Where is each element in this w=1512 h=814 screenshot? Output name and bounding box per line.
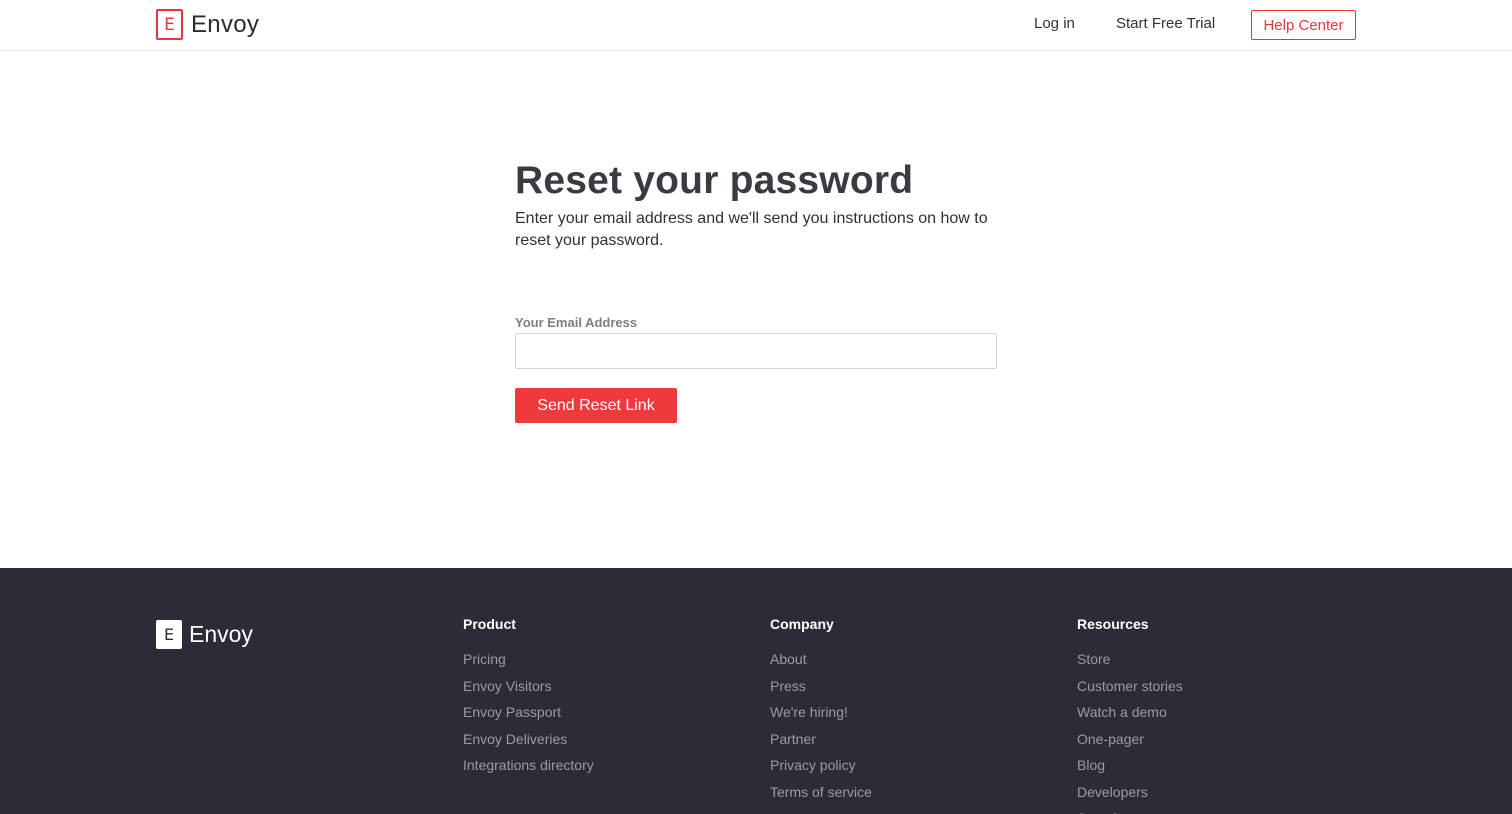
footer-link-security[interactable]: Security	[1077, 805, 1183, 814]
footer-link-envoy-passport[interactable]: Envoy Passport	[463, 699, 594, 726]
footer-link-hiring[interactable]: We're hiring!	[770, 699, 872, 726]
footer-column-company: Company About Press We're hiring! Partne…	[770, 616, 872, 805]
send-reset-link-button[interactable]: Send Reset Link	[515, 388, 677, 423]
email-field[interactable]	[515, 333, 997, 369]
reset-password-section: Reset your password Enter your email add…	[515, 158, 997, 252]
footer-link-envoy-visitors[interactable]: Envoy Visitors	[463, 673, 594, 700]
footer-link-pricing[interactable]: Pricing	[463, 646, 594, 673]
footer-link-blog[interactable]: Blog	[1077, 752, 1183, 779]
footer-link-press[interactable]: Press	[770, 673, 872, 700]
footer-logo-text: Envoy	[189, 621, 253, 647]
logo-text: Envoy	[191, 10, 260, 38]
footer-column-resources: Resources Store Customer stories Watch a…	[1077, 616, 1183, 814]
site-footer: E Envoy Product Pricing Envoy Visitors E…	[0, 568, 1512, 814]
footer-link-envoy-deliveries[interactable]: Envoy Deliveries	[463, 726, 594, 753]
page-subtitle: Enter your email address and we'll send …	[515, 210, 988, 249]
footer-link-store[interactable]: Store	[1077, 646, 1183, 673]
login-link[interactable]: Log in	[1034, 15, 1075, 32]
footer-link-developers[interactable]: Developers	[1077, 779, 1183, 806]
footer-column-product: Product Pricing Envoy Visitors Envoy Pas…	[463, 616, 594, 779]
footer-link-privacy-policy[interactable]: Privacy policy	[770, 752, 872, 779]
help-center-button[interactable]: Help Center	[1251, 10, 1356, 40]
page-title: Reset your password	[515, 159, 914, 202]
email-field-label: Your Email Address	[515, 315, 638, 330]
envoy-logo-icon: E	[156, 620, 182, 649]
footer-column-title: Resources	[1077, 616, 1149, 632]
footer-logo[interactable]: E Envoy	[156, 620, 253, 649]
envoy-logo[interactable]: E Envoy	[156, 9, 259, 40]
footer-link-watch-a-demo[interactable]: Watch a demo	[1077, 699, 1183, 726]
envoy-logo-icon: E	[156, 9, 183, 40]
footer-column-title: Product	[463, 616, 516, 632]
start-free-trial-link[interactable]: Start Free Trial	[1116, 15, 1215, 32]
footer-link-terms-of-service[interactable]: Terms of service	[770, 779, 872, 806]
footer-link-partner[interactable]: Partner	[770, 726, 872, 753]
footer-link-customer-stories[interactable]: Customer stories	[1077, 673, 1183, 700]
site-header: E Envoy Log in Start Free Trial Help Cen…	[0, 0, 1512, 51]
footer-column-title: Company	[770, 616, 834, 632]
footer-link-integrations-directory[interactable]: Integrations directory	[463, 752, 594, 779]
footer-link-about[interactable]: About	[770, 646, 872, 673]
footer-link-one-pager[interactable]: One-pager	[1077, 726, 1183, 753]
